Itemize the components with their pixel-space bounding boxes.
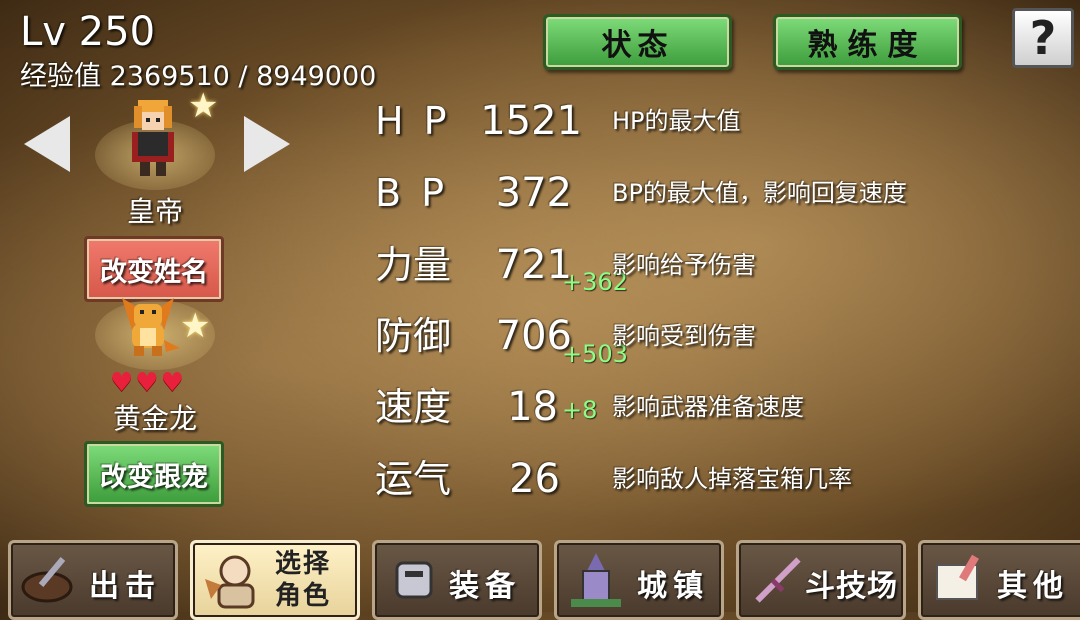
stat-desc-defense: 影响受到伤害	[612, 322, 756, 350]
help-button[interactable]: ?	[1012, 8, 1074, 68]
previous-character-arrow-icon[interactable]	[24, 116, 70, 172]
stat-desc-bp: BP的最大值，影响回复速度	[612, 179, 907, 207]
nav-select-line1: 选择	[275, 549, 332, 579]
shield-sword-icon	[21, 557, 73, 603]
change-pet-button[interactable]: 改变跟宠	[84, 441, 224, 507]
change-pet-button-label: 改变跟宠	[100, 461, 208, 493]
character-sprite	[132, 100, 174, 176]
nav-select-line2: 角色	[275, 581, 332, 611]
castle-icon	[571, 553, 621, 607]
stat-bonus-speed: +8	[562, 396, 598, 424]
stat-desc-luck: 影响敌人掉落宝箱几率	[612, 465, 852, 493]
pet-star-icon: ★	[180, 306, 211, 346]
pet-sprite	[122, 298, 180, 356]
nav-other-label: 其他	[997, 569, 1069, 604]
nav-town-button[interactable]: 城镇	[554, 540, 724, 620]
stat-value-defense: 706	[495, 313, 572, 359]
nav-other-button[interactable]: 其他	[918, 540, 1080, 620]
tab-proficiency-label: 熟练度	[807, 28, 928, 63]
nav-equipment-label: 装备	[449, 569, 521, 604]
stat-value-hp: 1521	[480, 98, 582, 144]
tab-status-label: 状态	[601, 28, 674, 63]
tab-proficiency[interactable]: 熟练度	[773, 14, 962, 70]
stat-value-bp: 372	[495, 170, 572, 216]
tab-status[interactable]: 状态	[543, 14, 732, 70]
nav-equipment-button[interactable]: 装备	[372, 540, 542, 620]
stat-desc-strength: 影响给予伤害	[612, 251, 756, 279]
nav-arena-button[interactable]: 斗技场	[736, 540, 906, 620]
stat-value-luck: 26	[509, 456, 560, 502]
stat-value-speed: 18	[507, 384, 558, 430]
scroll-icon	[936, 554, 979, 600]
help-icon: ?	[1029, 11, 1057, 65]
rename-button-label: 改变姓名	[100, 256, 208, 288]
next-character-arrow-icon[interactable]	[244, 116, 290, 172]
pet-name: 黄金龙	[112, 402, 197, 435]
nav-sortie-label: 出击	[89, 569, 161, 604]
level-text: Lv 250	[20, 9, 156, 55]
character-star-icon: ★	[188, 86, 219, 126]
nav-sortie-button[interactable]: 出击	[8, 540, 178, 620]
nav-arena-label: 斗技场	[805, 569, 898, 604]
character-name: 皇帝	[126, 195, 183, 228]
nav-town-label: 城镇	[637, 569, 709, 604]
stat-desc-hp: HP的最大值	[612, 107, 741, 135]
crossed-swords-icon	[755, 557, 801, 603]
armor-icon	[395, 561, 433, 599]
pet-hearts-icon: ♥♥♥	[110, 368, 186, 398]
stat-label-hp: H P	[375, 99, 451, 143]
character-portrait-icon	[205, 555, 255, 609]
nav-select-character-button[interactable]: 选择 角色	[190, 540, 360, 620]
stat-desc-speed: 影响武器准备速度	[612, 393, 804, 421]
stat-value-strength: 721	[495, 242, 572, 288]
